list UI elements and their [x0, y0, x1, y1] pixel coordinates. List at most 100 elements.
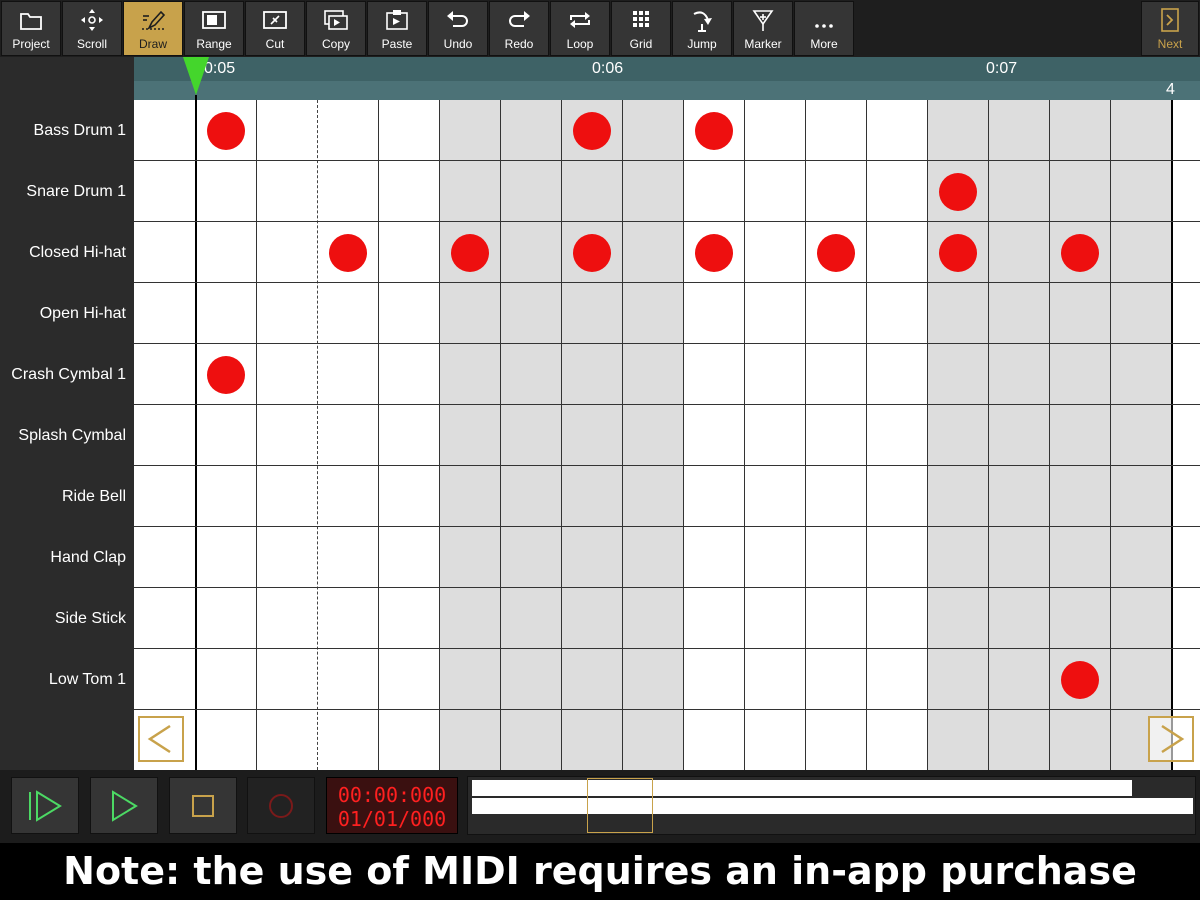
- grid-column-line: [744, 100, 745, 770]
- scroll-left-button[interactable]: [138, 716, 184, 762]
- paste-icon: [386, 10, 408, 30]
- grid-column-line: [561, 100, 562, 770]
- grid-icon: [633, 11, 649, 27]
- range-icon: [202, 11, 226, 29]
- drum-note[interactable]: [572, 111, 611, 150]
- instrument-label[interactable]: Hand Clap: [0, 527, 126, 588]
- tool-label: Cut: [265, 37, 285, 51]
- tool-jump-button[interactable]: Jump: [672, 1, 732, 56]
- instrument-label[interactable]: Side Stick: [0, 588, 126, 649]
- time-display: 00:00:000: [337, 783, 447, 807]
- tool-cut-button[interactable]: Cut: [245, 1, 305, 56]
- chevron-right-icon: [1161, 724, 1185, 754]
- undo-icon: [447, 11, 468, 27]
- drum-note[interactable]: [938, 172, 977, 211]
- grid-row-line: [134, 282, 1200, 283]
- time-tick: 0:07: [986, 60, 1018, 77]
- grid-row-line: [134, 709, 1200, 710]
- instrument-label[interactable]: Open Hi-hat: [0, 283, 126, 344]
- drum-note[interactable]: [694, 111, 733, 150]
- loop-icon: [570, 12, 590, 28]
- instrument-label[interactable]: Crash Cymbal 1: [0, 344, 126, 405]
- instrument-label[interactable]: Bass Drum 1: [0, 100, 126, 161]
- tool-loop-button[interactable]: Loop: [550, 1, 610, 56]
- tool-scroll-button[interactable]: Scroll: [62, 1, 122, 56]
- tool-label: Copy: [321, 37, 350, 51]
- drum-note[interactable]: [206, 355, 245, 394]
- instrument-label[interactable]: Ride Bell: [0, 466, 126, 527]
- drum-note[interactable]: [572, 233, 611, 272]
- tool-copy-button[interactable]: Copy: [306, 1, 366, 56]
- grid-column-line: [988, 100, 989, 770]
- more-dots-icon: [815, 24, 833, 28]
- grid-row-line: [134, 526, 1200, 527]
- pencil-icon: [142, 10, 166, 30]
- next-button[interactable]: Next: [1141, 1, 1199, 56]
- measure-number: 4: [1166, 81, 1175, 98]
- timeline-ruler[interactable]: 0:05 0:06 0:07 4: [134, 57, 1200, 100]
- instrument-label[interactable]: Low Tom 1: [0, 649, 126, 710]
- tool-label: Jump: [687, 37, 717, 51]
- drum-note[interactable]: [328, 233, 367, 272]
- overview-viewport[interactable]: [587, 778, 653, 833]
- tool-draw-button[interactable]: Draw: [123, 1, 183, 56]
- instrument-label[interactable]: Closed Hi-hat: [0, 222, 126, 283]
- record-icon: [269, 793, 293, 818]
- grid-column-line: [805, 100, 806, 770]
- play-from-start-icon: [29, 789, 62, 822]
- tool-more-button[interactable]: More: [794, 1, 854, 56]
- grid-column-line: [500, 100, 501, 770]
- timeline-band: [134, 81, 1200, 100]
- time-counter: 00:00:000 01/01/000: [326, 777, 458, 834]
- drum-note[interactable]: [694, 233, 733, 272]
- tool-range-button[interactable]: Range: [184, 1, 244, 56]
- grid-column-line: [1110, 100, 1111, 770]
- tool-undo-button[interactable]: Undo: [428, 1, 488, 56]
- tool-label: Draw: [138, 37, 167, 51]
- play-from-start-button[interactable]: [11, 777, 79, 834]
- playhead-marker-icon[interactable]: [182, 57, 210, 100]
- grid-row-line: [134, 221, 1200, 222]
- tool-marker-button[interactable]: Marker: [733, 1, 793, 56]
- stop-button[interactable]: [169, 777, 237, 834]
- tool-label: Scroll: [76, 37, 107, 51]
- drum-note[interactable]: [1060, 660, 1099, 699]
- tool-grid-button[interactable]: Grid: [611, 1, 671, 56]
- time-tick: 0:06: [592, 60, 624, 77]
- stop-icon: [192, 794, 214, 817]
- tool-label: Loop: [566, 37, 594, 51]
- play-button[interactable]: [90, 777, 158, 834]
- drum-note[interactable]: [938, 233, 977, 272]
- song-overview[interactable]: [467, 776, 1196, 835]
- grid-column-line: [439, 100, 440, 770]
- drum-note[interactable]: [450, 233, 489, 272]
- drum-note[interactable]: [816, 233, 855, 272]
- instrument-label[interactable]: Snare Drum 1: [0, 161, 126, 222]
- tool-redo-button[interactable]: Redo: [489, 1, 549, 56]
- drum-grid[interactable]: [134, 100, 1200, 770]
- grid-column-line: [1171, 100, 1173, 770]
- toolbar: Project Scroll Draw Range Cut Copy Paste Undo Re…: [0, 0, 1200, 57]
- copy-icon: [324, 10, 348, 30]
- grid-column-line: [195, 100, 197, 770]
- grid-column-line: [1049, 100, 1050, 770]
- grid-column-line: [866, 100, 867, 770]
- move-arrows-icon: [81, 9, 103, 31]
- drum-note[interactable]: [1060, 233, 1099, 272]
- tool-paste-button[interactable]: Paste: [367, 1, 427, 56]
- overview-track: [472, 780, 1132, 796]
- tool-label: Undo: [443, 37, 473, 51]
- tool-project-button[interactable]: Project: [1, 1, 61, 56]
- instrument-label[interactable]: Splash Cymbal: [0, 405, 126, 466]
- position-display: 01/01/000: [337, 807, 447, 831]
- next-icon: [1161, 8, 1179, 32]
- play-icon: [112, 789, 138, 822]
- scroll-right-button[interactable]: [1148, 716, 1194, 762]
- grid-row-line: [134, 465, 1200, 466]
- record-button[interactable]: [247, 777, 315, 834]
- instrument-list: Bass Drum 1 Snare Drum 1 Closed Hi-hat Open…: [0, 57, 134, 770]
- marker-icon: [752, 10, 774, 31]
- redo-icon: [509, 11, 530, 27]
- drum-note[interactable]: [206, 111, 245, 150]
- tool-label: Paste: [381, 37, 413, 51]
